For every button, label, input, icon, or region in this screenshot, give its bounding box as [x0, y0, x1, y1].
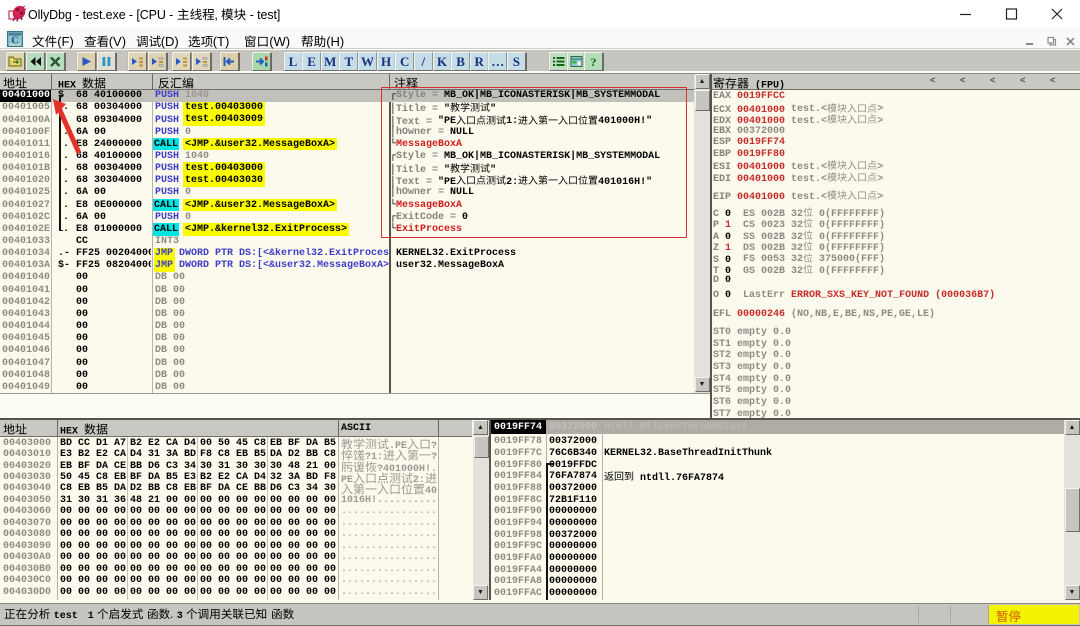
- svg-text:C: C: [11, 35, 18, 46]
